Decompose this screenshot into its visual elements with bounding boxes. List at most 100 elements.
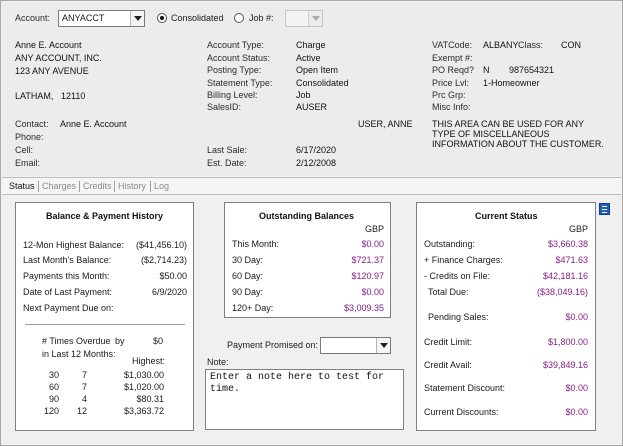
est-date-label: Est. Date:: [207, 158, 247, 168]
consolidated-radio[interactable]: [157, 13, 167, 23]
email-label: Email:: [15, 158, 41, 168]
misc-info-line1: THIS AREA CAN BE USED FOR ANY: [432, 119, 585, 129]
chevron-down-icon[interactable]: [130, 11, 144, 26]
vatcode-label: VATCode:: [432, 40, 473, 50]
billing-level-value: Job: [296, 90, 311, 100]
address-zip: 12110: [61, 91, 86, 101]
90-day-value: $0.00: [361, 287, 384, 297]
job-combo[interactable]: [285, 10, 323, 27]
tab-charges[interactable]: Charges: [42, 181, 76, 191]
current-discounts-value: $0.00: [565, 407, 588, 417]
credits-on-file-value: $42,181.16: [542, 271, 588, 281]
tab-separator: [150, 181, 151, 192]
class-label: Class:: [518, 40, 544, 50]
overdue-highest: $80.31: [136, 394, 164, 404]
overdue-count: 4: [81, 394, 87, 404]
last-payment-label: Date of Last Payment:: [23, 287, 113, 297]
misc-info-line3: INFORMATION ABOUT THE CUSTOMER.: [432, 139, 604, 149]
prc-grp-label: Prc Grp:: [432, 90, 466, 100]
last-12-months-label: in Last 12 Months:: [42, 349, 116, 359]
highest-balance-value: ($41,456.10): [135, 240, 187, 250]
credit-limit-value: $1,800.00: [547, 337, 588, 347]
last-month-balance-value: ($2,714.23): [140, 255, 187, 265]
contact-value: Anne E. Account: [60, 119, 127, 129]
tab-history[interactable]: History: [118, 181, 146, 191]
overdue-count: 7: [81, 382, 87, 392]
last-month-balance-label: Last Month's Balance:: [23, 255, 112, 265]
address-line2: ANY ACCOUNT, INC.: [15, 53, 102, 63]
tab-separator: [79, 181, 80, 192]
contact-label: Contact:: [15, 119, 49, 129]
est-date-value: 2/12/2008: [296, 158, 337, 168]
finance-charges-label: + Finance Charges:: [424, 255, 503, 265]
list-view-icon[interactable]: [599, 203, 610, 215]
salesid-label: SalesID:: [207, 102, 242, 112]
statement-discount-label: Statement Discount:: [424, 383, 506, 393]
statement-type-label: Statement Type:: [207, 78, 273, 88]
price-level-label: Price Lvl:: [432, 78, 470, 88]
tab-log[interactable]: Log: [154, 181, 169, 191]
tab-separator: [114, 181, 115, 192]
last-sale-value: 6/17/2020: [296, 145, 337, 155]
phone-label: Phone:: [15, 132, 44, 142]
120-day-value: $3,009.35: [343, 303, 384, 313]
payment-promised-label: Payment Promised on:: [227, 340, 319, 350]
finance-charges-value: $471.63: [555, 255, 588, 265]
current-currency: GBP: [568, 224, 588, 234]
note-textarea[interactable]: Enter a note here to test for time.: [205, 369, 404, 430]
overdue-days: 30: [48, 370, 59, 380]
account-combo[interactable]: ANYACCT: [58, 10, 145, 27]
payments-month-label: Payments this Month:: [23, 271, 110, 281]
misc-info-label: Misc Info:: [432, 102, 471, 112]
credit-limit-label: Credit Limit:: [424, 337, 473, 347]
user-name: USER, ANNE: [358, 119, 413, 129]
current-discounts-label: Current Discounts:: [424, 407, 499, 417]
po-number: 987654321: [509, 65, 555, 75]
class-value: CON: [561, 40, 581, 50]
posting-type-label: Posting Type:: [207, 65, 262, 75]
30-day-label: 30 Day:: [232, 255, 264, 265]
account-status-label: Account Status:: [207, 53, 271, 63]
chevron-down-icon[interactable]: [308, 11, 322, 26]
90-day-label: 90 Day:: [232, 287, 264, 297]
address-city: LATHAM,: [15, 91, 54, 101]
by-value: $0: [152, 336, 163, 346]
salesid-value: AUSER: [296, 102, 328, 112]
exempt-label: Exempt #:: [432, 53, 473, 63]
overdue-highest: $3,363.72: [123, 406, 164, 416]
tab-credits[interactable]: Credits: [83, 181, 112, 191]
outstanding-title: Outstanding Balances: [259, 211, 355, 221]
price-level-value: 1-Homeowner: [483, 78, 540, 88]
tab-status[interactable]: Status: [9, 181, 35, 191]
payment-promised-date[interactable]: [320, 337, 391, 354]
account-type-label: Account Type:: [207, 40, 264, 50]
overdue-days: 90: [48, 394, 59, 404]
tab-strip: Status Charges Credits History Log: [2, 177, 621, 195]
next-payment-label: Next Payment Due on:: [23, 303, 114, 313]
balance-history-title: Balance & Payment History: [46, 211, 164, 221]
address-line3: 123 ANY AVENUE: [15, 66, 89, 76]
po-reqd-value: N: [483, 65, 490, 75]
misc-info-line2: TYPE OF MISCELLANEOUS: [432, 129, 550, 139]
overdue-days: 120: [43, 406, 59, 416]
job-radio[interactable]: [234, 13, 244, 23]
statement-type-value: Consolidated: [296, 78, 349, 88]
overdue-highest: $1,030.00: [123, 370, 164, 380]
pending-sales-value: $0.00: [565, 312, 588, 322]
vatcode-value: ALBANY: [483, 40, 519, 50]
pending-sales-label: Pending Sales:: [428, 312, 489, 322]
120-day-label: 120+ Day:: [232, 303, 274, 313]
times-overdue-label: # Times Overdue: [42, 336, 111, 346]
cell-label: Cell:: [15, 145, 34, 155]
posting-type-value: Open Item: [296, 65, 339, 75]
by-label: by: [115, 336, 125, 346]
this-month-label: This Month:: [232, 239, 280, 249]
chevron-down-icon[interactable]: [376, 338, 390, 353]
credit-avail-value: $39,849.16: [542, 360, 588, 370]
payments-month-value: $50.00: [159, 271, 187, 281]
account-type-value: Charge: [296, 40, 326, 50]
overdue-count: 12: [76, 406, 87, 416]
highest-label: Highest:: [132, 356, 166, 366]
overdue-days: 60: [48, 382, 59, 392]
60-day-value: $120.97: [351, 271, 384, 281]
